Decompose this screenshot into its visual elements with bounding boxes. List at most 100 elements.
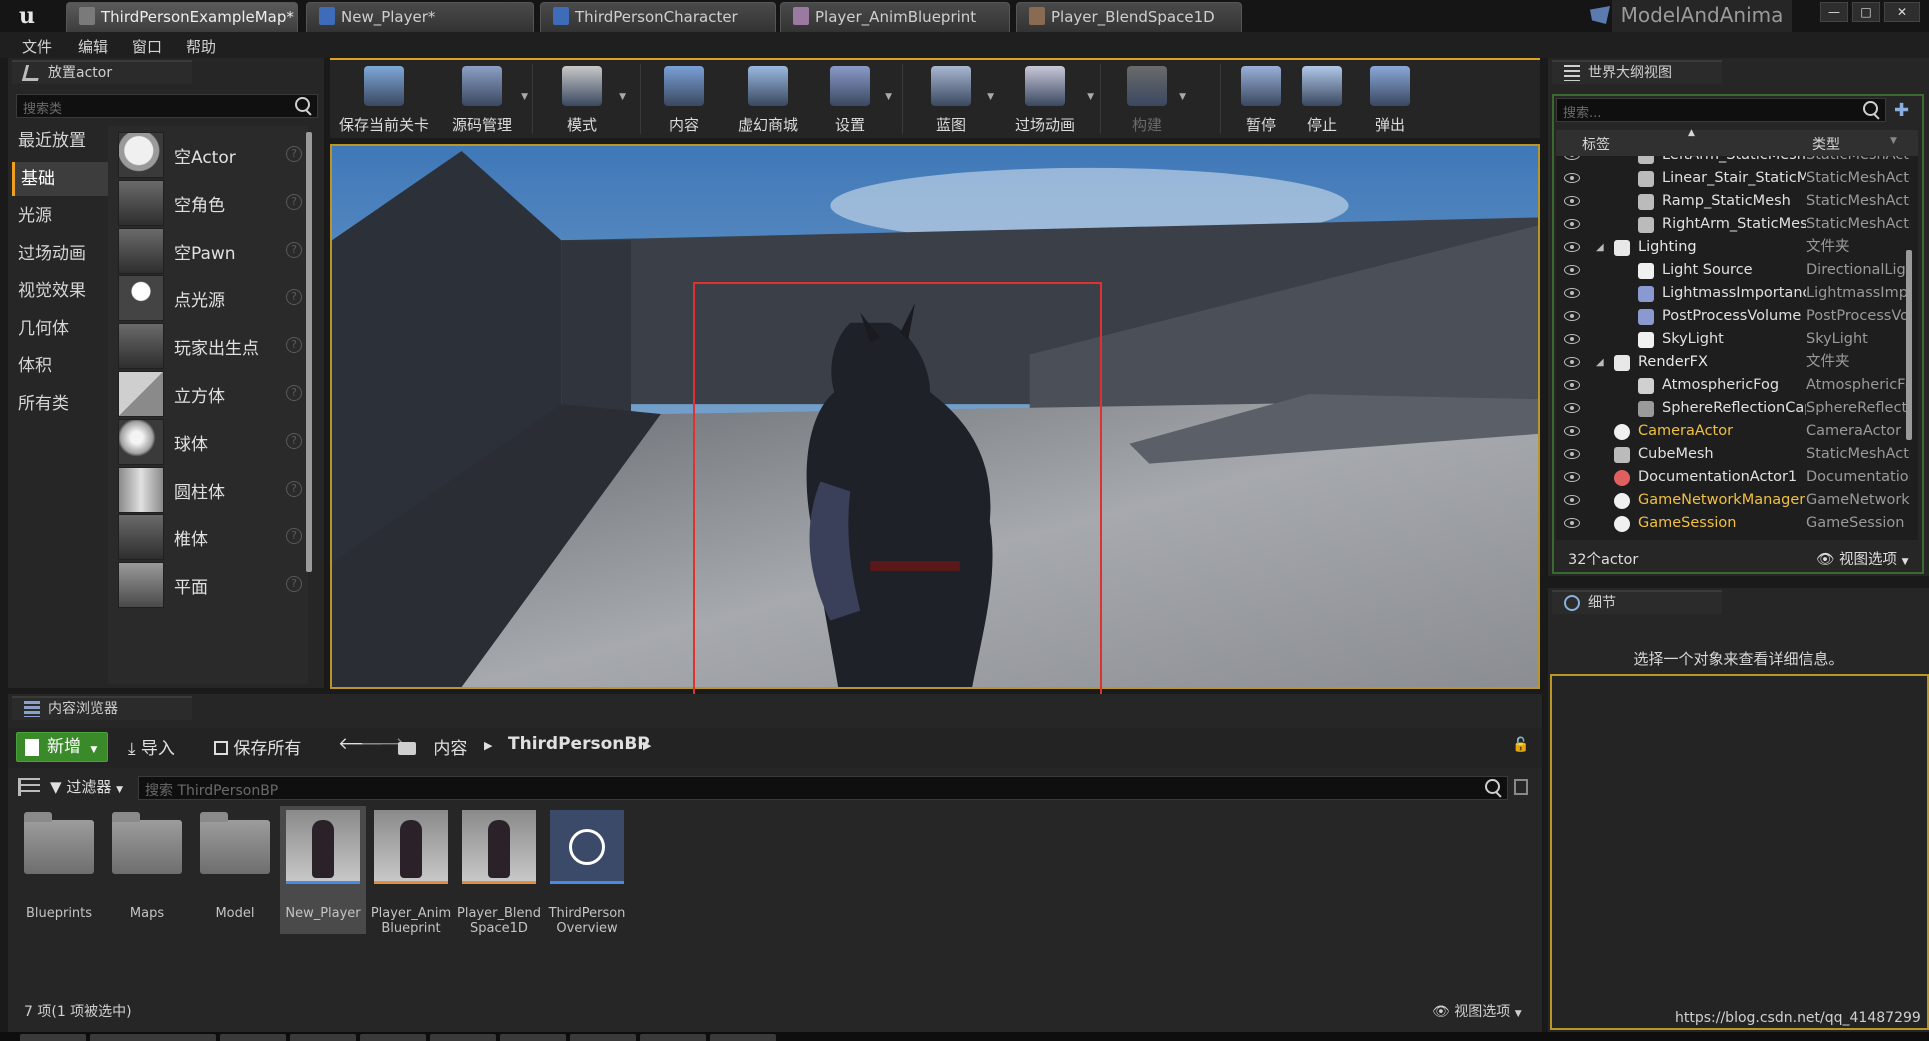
visibility-eye-icon[interactable]	[1564, 518, 1580, 528]
tab-document[interactable]: ThirdPersonExampleMap*	[66, 2, 298, 32]
outliner-row[interactable]: GameNetworkManagerGameNetworkManager	[1556, 489, 1918, 512]
visibility-eye-icon[interactable]	[1564, 265, 1580, 275]
visibility-eye-icon[interactable]	[1564, 403, 1580, 413]
tab-document[interactable]: Player_BlendSpace1D	[1016, 2, 1242, 32]
import-button[interactable]: ⤓ 导入	[128, 734, 175, 759]
chevron-down-icon[interactable]: ▼	[987, 92, 994, 102]
help-icon[interactable]: ?	[286, 337, 302, 354]
menu-window[interactable]: 窗口	[132, 36, 162, 57]
minimize-icon[interactable]: —	[1820, 2, 1848, 22]
taskbar-item[interactable]	[90, 1034, 156, 1041]
filters-button[interactable]: ▼ 过滤器 ▼	[50, 776, 123, 797]
outliner-type-column[interactable]: 类型	[1812, 134, 1840, 154]
outliner-row[interactable]: ◢ Lighting 文件夹	[1556, 236, 1918, 259]
content-search-input[interactable]: 搜索 ThirdPersonBP	[138, 776, 1508, 800]
save-all-button[interactable]: 保存所有	[214, 734, 301, 759]
search-icon[interactable]	[293, 96, 313, 116]
toolbar-button[interactable]: 过场动画 ▼	[1000, 64, 1094, 136]
content-view-options-button[interactable]: 👁 视图选项 ▼	[1432, 1001, 1522, 1021]
taskbar-item[interactable]	[150, 1034, 216, 1041]
help-icon[interactable]: ?	[286, 193, 302, 210]
asset-tile[interactable]: Maps	[104, 806, 190, 934]
help-icon[interactable]: ?	[286, 146, 302, 162]
visibility-eye-icon[interactable]	[1564, 357, 1580, 367]
expand-triangle-icon[interactable]: ◢	[1596, 351, 1604, 374]
outliner-row[interactable]: Light Source DirectionalLight	[1556, 259, 1918, 282]
asset-tile[interactable]: Blueprints	[16, 806, 102, 934]
category-item[interactable]: 体积	[12, 349, 108, 383]
help-icon[interactable]: ?	[286, 385, 302, 401]
lock-icon[interactable]: 🔓	[1512, 737, 1529, 753]
save-search-icon[interactable]	[1514, 779, 1528, 795]
outliner-view-options-button[interactable]: 👁 视图选项 ▼	[1816, 548, 1909, 569]
search-icon[interactable]	[1861, 100, 1881, 120]
taskbar-item[interactable]	[290, 1034, 356, 1041]
add-new-button[interactable]: 新增 ▼	[16, 732, 108, 762]
visibility-eye-icon[interactable]	[1564, 380, 1580, 390]
outliner-search-input[interactable]: 搜索...	[1556, 98, 1886, 122]
visibility-eye-icon[interactable]	[1564, 173, 1580, 183]
actor-item[interactable]: 平面?	[114, 558, 308, 610]
taskbar-item[interactable]	[570, 1034, 636, 1041]
place-actors-scrollbar[interactable]	[306, 132, 312, 572]
asset-tile[interactable]: Player_Anim Blueprint	[368, 806, 454, 936]
tab-document[interactable]: Player_AnimBlueprint	[780, 2, 1010, 32]
outliner-row[interactable]: ◢ RenderFX 文件夹	[1556, 351, 1918, 374]
visibility-eye-icon[interactable]	[1564, 495, 1580, 505]
visibility-eye-icon[interactable]	[1564, 219, 1580, 229]
category-item[interactable]: 所有类	[12, 387, 108, 421]
breadcrumb-current[interactable]: ThirdPersonBP	[508, 734, 650, 754]
content-browser-tab[interactable]: 内容浏览器	[12, 696, 192, 720]
toolbar-button[interactable]: 虚幻商城	[726, 64, 810, 136]
sort-ascending-icon[interactable]: ▲	[1688, 128, 1695, 138]
sources-panel-toggle-icon[interactable]	[18, 778, 40, 796]
level-viewport[interactable]	[330, 144, 1540, 689]
taskbar-item[interactable]	[20, 1034, 86, 1041]
help-icon[interactable]: ?	[286, 576, 302, 593]
menu-file[interactable]: 文件	[22, 36, 52, 57]
visibility-eye-icon[interactable]	[1564, 196, 1580, 206]
toolbar-button[interactable]: 内容	[652, 64, 716, 136]
outliner-row[interactable]: LightmassImportanceVolumeLightmassImport…	[1556, 282, 1918, 305]
tab-document[interactable]: New_Player*	[306, 2, 534, 32]
category-item[interactable]: 视觉效果	[12, 274, 108, 308]
add-folder-icon[interactable]: ✚	[1894, 100, 1909, 121]
outliner-row[interactable]: AtmosphericFog AtmosphericFog	[1556, 374, 1918, 397]
chevron-down-icon[interactable]: ▼	[885, 92, 892, 102]
taskbar-item[interactable]	[640, 1034, 706, 1041]
breadcrumb-root[interactable]: 内容	[398, 734, 467, 759]
taskbar-item[interactable]	[500, 1034, 566, 1041]
toolbar-button[interactable]: 设置 ▼	[812, 64, 892, 136]
asset-tile[interactable]: Player_Blend Space1D	[456, 806, 542, 936]
expand-triangle-icon[interactable]: ◢	[1596, 236, 1604, 259]
help-icon[interactable]: ?	[286, 289, 302, 306]
toolbar-button[interactable]: 源码管理 ▼	[440, 64, 528, 136]
outliner-row[interactable]: Linear_Stair_StaticMeshStaticMeshActor	[1556, 167, 1918, 190]
tab-document[interactable]: ThirdPersonCharacter	[540, 2, 776, 32]
taskbar-item[interactable]	[360, 1034, 426, 1041]
actor-item[interactable]: 椎体?	[114, 510, 308, 562]
menu-help[interactable]: 帮助	[186, 36, 216, 57]
maximize-icon[interactable]: □	[1852, 2, 1880, 22]
outliner-row[interactable]: CubeMesh StaticMeshActor	[1556, 443, 1918, 466]
toolbar-button[interactable]: 蓝图 ▼	[912, 64, 994, 136]
actor-item[interactable]: 空Actor?	[114, 128, 308, 180]
chevron-down-icon[interactable]: ▼	[619, 92, 626, 102]
outliner-row[interactable]: CameraActor CameraActor	[1556, 420, 1918, 443]
outliner-row[interactable]: LeftArm_StaticMeshStaticMeshActor	[1556, 156, 1918, 167]
outliner-row[interactable]: SphereReflectionCaptureSphereReflectionC…	[1556, 397, 1918, 420]
asset-tile[interactable]: New_Player	[280, 806, 366, 934]
help-icon[interactable]: ?	[286, 480, 302, 497]
actor-item[interactable]: 玩家出生点?	[114, 319, 308, 371]
help-icon[interactable]: ?	[286, 432, 302, 449]
visibility-eye-icon[interactable]	[1564, 242, 1580, 252]
toolbar-button[interactable]: 停止	[1298, 64, 1346, 136]
breadcrumb-next-icon[interactable]: ▶	[643, 739, 651, 752]
outliner-row[interactable]: Ramp_StaticMesh StaticMeshActor	[1556, 190, 1918, 213]
actor-item[interactable]: 立方体?	[114, 367, 308, 419]
outliner-label-column[interactable]: 标签	[1582, 134, 1610, 154]
toolbar-button[interactable]: 弹出	[1360, 64, 1420, 136]
actor-item[interactable]: 圆柱体?	[114, 463, 308, 515]
search-icon[interactable]	[1483, 778, 1503, 798]
category-item[interactable]: 基础	[12, 161, 108, 196]
